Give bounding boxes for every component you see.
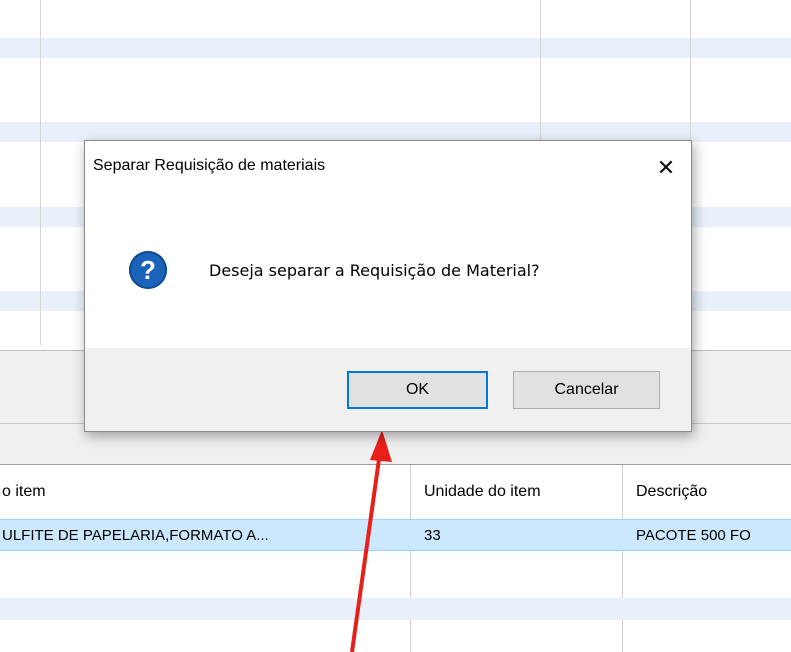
- dialog-footer: OK Cancelar: [85, 348, 691, 431]
- cell-descricao[interactable]: PACOTE 500 FO: [636, 519, 791, 551]
- column-header-descricao[interactable]: Descrição: [636, 465, 791, 519]
- cancel-button[interactable]: Cancelar: [513, 371, 660, 409]
- ok-button[interactable]: OK: [347, 371, 488, 409]
- grid-row[interactable]: [0, 38, 791, 58]
- dialog-title: Separar Requisição de materiais: [93, 157, 326, 174]
- column-header-label: o item: [2, 483, 46, 500]
- column-header-label: Descrição: [636, 483, 708, 500]
- close-icon: ✕: [656, 155, 676, 181]
- lower-grid: o item Unidade do item Descrição ULFITE …: [0, 464, 791, 652]
- table-row[interactable]: [0, 598, 791, 620]
- dialog-body: ? Deseja separar a Requisição de Materia…: [85, 195, 691, 348]
- column-divider[interactable]: [410, 465, 411, 652]
- column-divider: [540, 0, 541, 150]
- dialog-message: Deseja separar a Requisição de Material?: [209, 261, 540, 280]
- cancel-button-label: Cancelar: [554, 381, 619, 398]
- question-icon: ?: [129, 251, 167, 289]
- close-button[interactable]: ✕: [651, 153, 681, 183]
- dialog-title-bar[interactable]: Separar Requisição de materiais ✕: [85, 141, 691, 195]
- application-window: o item Unidade do item Descrição ULFITE …: [0, 0, 791, 652]
- cell-unidade[interactable]: 33: [424, 519, 614, 551]
- ok-button-label: OK: [405, 381, 430, 398]
- column-header-unidade[interactable]: Unidade do item: [424, 465, 620, 519]
- column-header-label: Unidade do item: [424, 483, 541, 500]
- column-divider: [40, 0, 41, 345]
- column-divider: [690, 0, 691, 150]
- confirm-dialog: Separar Requisição de materiais ✕ ? Dese…: [84, 140, 692, 432]
- cell-item[interactable]: ULFITE DE PAPELARIA,FORMATO A...: [2, 519, 406, 551]
- column-divider[interactable]: [622, 465, 623, 652]
- column-header-item[interactable]: o item: [2, 465, 408, 519]
- grid-row[interactable]: [0, 122, 791, 142]
